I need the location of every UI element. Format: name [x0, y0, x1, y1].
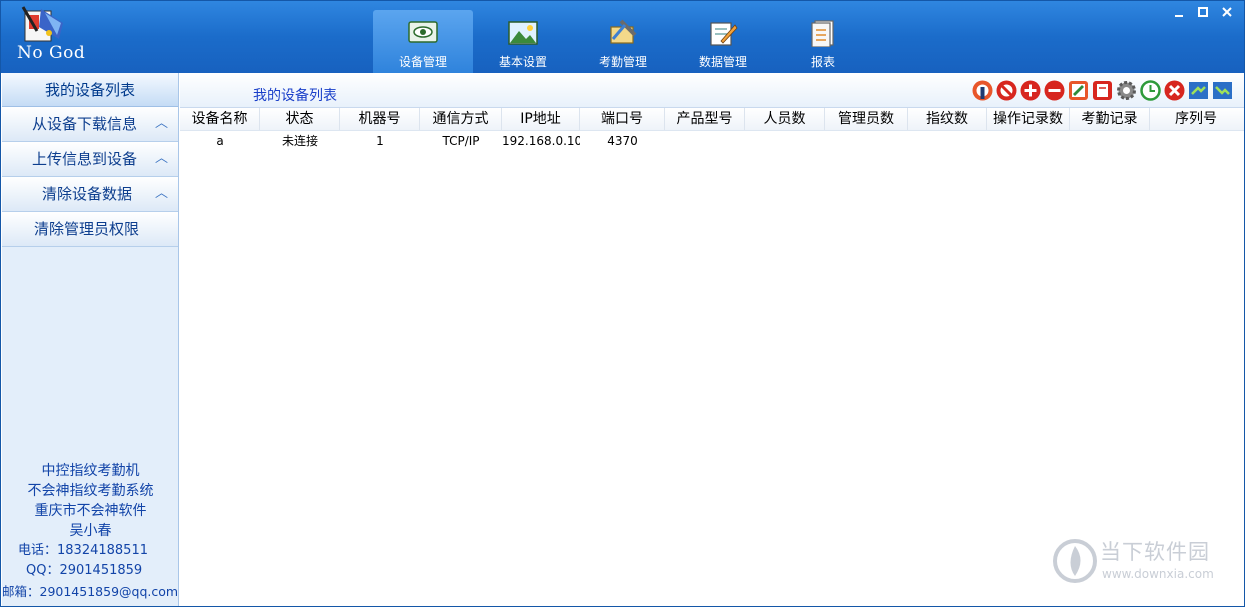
- close-icon: [1222, 7, 1232, 17]
- tab-label: 数据管理: [698, 55, 747, 69]
- main-header: 我的设备列表: [180, 73, 1244, 107]
- watermark-text: 当下软件园: [1100, 540, 1210, 564]
- tab-data-management[interactable]: 数据管理: [673, 10, 773, 73]
- tab-label: 考勤管理: [598, 55, 647, 69]
- sidebar-item-clear-device-data[interactable]: 清除设备数据 ︿: [2, 177, 178, 212]
- sidebar-item-download-from-device[interactable]: 从设备下载信息 ︿: [2, 107, 178, 142]
- app-logo: No God: [7, 5, 93, 67]
- cell-device-name: a: [216, 134, 224, 148]
- cell-ip-address: 192.168.0.101: [502, 134, 580, 148]
- watermark-logo-icon: [1053, 539, 1097, 583]
- info-qq: QQ：2901451859: [26, 563, 143, 578]
- cell-port: 4370: [607, 134, 638, 148]
- info-email: 邮箱：2901451859@qq.com: [2, 583, 179, 599]
- app-window: No God 设备管理 基本设置 考勤管理 数据管理 报表 我的设备列表 从设备…: [0, 0, 1245, 607]
- tab-attendance-management[interactable]: 考勤管理: [573, 10, 673, 73]
- column-header[interactable]: 操作记录数: [987, 108, 1070, 130]
- title-bar: No God 设备管理 基本设置 考勤管理 数据管理 报表: [1, 1, 1244, 73]
- page-title: 我的设备列表: [253, 88, 337, 104]
- column-header[interactable]: 序列号: [1150, 108, 1242, 130]
- cell-status: 未连接: [281, 134, 318, 148]
- cell-fingerprint-count: [908, 131, 987, 151]
- column-header[interactable]: 端口号: [580, 108, 665, 130]
- column-header[interactable]: 指纹数: [908, 108, 987, 130]
- remove-icon[interactable]: [1043, 79, 1066, 102]
- cell-comm-method: TCP/IP: [442, 134, 480, 148]
- paint-palette-icon: [21, 6, 63, 42]
- main-nav: 设备管理 基本设置 考勤管理 数据管理 报表: [373, 10, 873, 73]
- device-toolbar: [971, 79, 1234, 102]
- device-monitor-icon: [408, 21, 438, 43]
- attendance-tools-icon: [610, 19, 637, 44]
- upload-icon[interactable]: [1187, 79, 1210, 102]
- column-header[interactable]: 管理员数: [825, 108, 908, 130]
- info-phone: 电话：18324188511: [18, 542, 148, 558]
- stop-icon[interactable]: [995, 79, 1018, 102]
- column-header[interactable]: 机器号: [340, 108, 420, 130]
- settings-gear-icon[interactable]: [1115, 79, 1138, 102]
- chevron-up-icon: ︿: [154, 186, 168, 201]
- logo-text: No God: [17, 43, 86, 63]
- column-header[interactable]: 产品型号: [665, 108, 745, 130]
- tab-label: 报表: [810, 55, 835, 69]
- info-line: 中控指纹考勤机: [41, 462, 140, 479]
- sidebar-item-upload-to-device[interactable]: 上传信息到设备 ︿: [2, 142, 178, 177]
- tab-reports[interactable]: 报表: [773, 10, 873, 73]
- maximize-icon: [1198, 7, 1208, 17]
- sync-clock-icon[interactable]: [1139, 79, 1162, 102]
- info-line: 不会神指纹考勤系统: [27, 482, 154, 499]
- cell-product-model: [665, 131, 745, 151]
- fingerprint-icon[interactable]: [971, 79, 994, 102]
- tab-label: 设备管理: [398, 55, 447, 69]
- cell-admin-count: [825, 131, 908, 151]
- column-header[interactable]: 考勤记录: [1070, 108, 1150, 130]
- contact-info: 中控指纹考勤机 不会神指纹考勤系统 重庆市不会神软件 吴小春 电话：183241…: [2, 461, 179, 603]
- minimize-icon: [1175, 15, 1183, 17]
- edit-icon[interactable]: [1067, 79, 1090, 102]
- sidebar-header[interactable]: 我的设备列表: [2, 73, 178, 107]
- watermark: 当下软件园 www.downxia.com: [1052, 534, 1222, 590]
- tab-basic-settings[interactable]: 基本设置: [473, 10, 573, 73]
- sidebar-item-clear-admin[interactable]: 清除管理员权限: [2, 212, 178, 247]
- landscape-picture-icon: [508, 21, 538, 45]
- column-header[interactable]: 通信方式: [420, 108, 502, 130]
- watermark-url: www.downxia.com: [1102, 567, 1214, 581]
- maximize-button[interactable]: [1196, 5, 1210, 19]
- sidebar-item-label: 清除管理员权限: [34, 220, 140, 238]
- cell-user-count: [745, 131, 825, 151]
- data-edit-icon: [710, 22, 738, 46]
- close-button[interactable]: [1220, 5, 1234, 19]
- column-header[interactable]: 人员数: [745, 108, 825, 130]
- chevron-up-icon: ︿: [154, 151, 168, 166]
- add-icon[interactable]: [1019, 79, 1042, 102]
- delete-doc-icon[interactable]: [1091, 79, 1114, 102]
- column-header[interactable]: IP地址: [502, 108, 580, 130]
- tab-device-management[interactable]: 设备管理: [373, 10, 473, 73]
- cell-operation-log-count: [987, 131, 1070, 151]
- table-row[interactable]: a 未连接 1 TCP/IP 192.168.0.101 4370: [180, 131, 1244, 151]
- download-icon[interactable]: [1211, 79, 1234, 102]
- window-controls: [1172, 5, 1234, 19]
- sidebar: 我的设备列表 从设备下载信息 ︿ 上传信息到设备 ︿ 清除设备数据 ︿ 清除管理…: [2, 73, 179, 606]
- device-table-header: 设备名称 状态 机器号 通信方式 IP地址 端口号 产品型号 人员数 管理员数 …: [180, 107, 1244, 131]
- cell-machine-number: 1: [376, 134, 384, 148]
- cell-attendance-records: [1070, 131, 1150, 151]
- main-panel: 我的设备列表 设备名称 状态 机器号 通信方式 IP地址 端口号 产品型号 人员…: [180, 73, 1244, 606]
- info-line: 重庆市不会神软件: [34, 502, 147, 519]
- sidebar-item-label: 上传信息到设备: [32, 150, 138, 168]
- report-document-icon: [811, 20, 834, 47]
- tab-label: 基本设置: [498, 55, 547, 69]
- cell-serial-number: [1150, 131, 1242, 151]
- column-header[interactable]: 设备名称: [180, 108, 260, 130]
- info-line: 吴小春: [69, 522, 112, 539]
- chevron-up-icon: ︿: [154, 116, 168, 131]
- sidebar-item-label: 从设备下载信息: [32, 115, 138, 133]
- column-header[interactable]: 状态: [260, 108, 340, 130]
- minimize-button[interactable]: [1172, 5, 1186, 19]
- sidebar-item-label: 清除设备数据: [42, 185, 133, 203]
- close-red-icon[interactable]: [1163, 79, 1186, 102]
